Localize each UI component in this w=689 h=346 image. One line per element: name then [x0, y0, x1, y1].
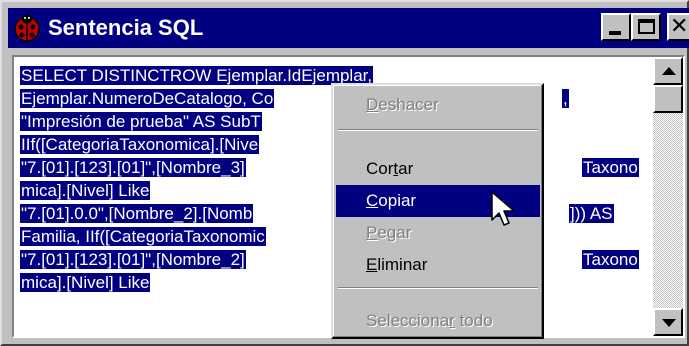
menu-separator: [338, 287, 538, 289]
selected-text: ,: [562, 89, 569, 108]
sql-text-line: mica].[Nivel] Like: [20, 271, 151, 294]
selected-text: "7.[01].[123].[01]",[Nombre_2]: [20, 250, 246, 269]
close-button[interactable]: ✕: [667, 13, 689, 41]
selected-text: mica].[Nivel] Like: [20, 181, 151, 200]
sql-text-line: mica].[Nivel] Like: [20, 179, 151, 202]
scroll-up-button[interactable]: [653, 57, 683, 85]
selected-text: mica].[Nivel] Like: [20, 273, 151, 292]
sql-text-line: "7.[01].[123].[01]",[Nombre_2]: [20, 248, 246, 271]
maximize-button[interactable]: [631, 13, 661, 41]
scrollbar-thumb[interactable]: [653, 85, 683, 113]
menu-separator: [338, 129, 538, 131]
vertical-scrollbar[interactable]: [653, 57, 683, 336]
sql-text-line-tail: Taxono: [582, 156, 639, 179]
selected-text: Ejemplar.NumeroDeCatalogo, Co: [20, 89, 275, 108]
sql-text-line: Familia, IIf([CategoriaTaxonomic: [20, 225, 266, 248]
menu-item-label: opiar: [378, 191, 417, 210]
sql-text-line: SELECT DISTINCTROW Ejemplar.IdEjemplar,: [20, 64, 374, 87]
sql-text-line: "7.[01].[123].[01]",[Nombre_3]: [20, 156, 246, 179]
selected-text: "Impresión de prueba" AS SubT: [20, 112, 262, 131]
minimize-icon: [609, 31, 621, 35]
sql-text-line-tail: Taxono: [582, 248, 639, 271]
selected-text: Familia, IIf([CategoriaTaxonomic: [20, 227, 266, 246]
sql-text-line: Ejemplar.NumeroDeCatalogo, Co: [20, 87, 275, 110]
menu-item-seleccionar-todo: Seleccionar todo: [336, 305, 540, 337]
selected-text: "7.[01].[123].[01]",[Nombre_3]: [20, 158, 246, 177]
selected-text: Taxono: [582, 158, 639, 177]
menu-item-label: eshacer: [378, 95, 439, 114]
scroll-down-button[interactable]: [653, 308, 683, 336]
menu-item-label: ar: [398, 159, 414, 178]
menu-item-accelerator: E: [366, 255, 378, 274]
menu-item-label: egar: [377, 223, 412, 242]
menu-item-label: todo: [454, 311, 493, 330]
menu-item-label: Selecciona: [366, 311, 450, 330]
selected-text: Taxono: [582, 250, 639, 269]
sql-text-line: "Impresión de prueba" AS SubT: [20, 110, 262, 133]
menu-item-accelerator: P: [366, 223, 378, 242]
arrow-up-icon: [662, 67, 676, 75]
arrow-cursor-icon: [491, 191, 515, 226]
selected-text: SELECT DISTINCTROW Ejemplar.IdEjemplar,: [20, 66, 374, 85]
menu-item-label: liminar: [377, 255, 428, 274]
minimize-button[interactable]: [601, 13, 631, 41]
maximize-icon: [638, 19, 655, 34]
close-icon: ✕: [670, 13, 689, 38]
sql-text-line: IIf([CategoriaTaxonomica].[Nive: [20, 133, 260, 156]
menu-item-label: Cor: [366, 159, 394, 178]
sql-text-line-tail: ,: [562, 87, 569, 110]
arrow-down-icon: [662, 319, 676, 327]
window-title: Sentencia SQL: [48, 15, 204, 40]
menu-item-eliminar[interactable]: Eliminar: [336, 249, 540, 281]
sql-text-line: "7.[01].0.0",[Nombre_2].[Nomb: [20, 202, 254, 225]
title-bar[interactable]: Sentencia SQL ✕: [8, 8, 689, 48]
ladybug-icon: [14, 14, 40, 42]
menu-item-deshacer: Deshacer: [336, 89, 540, 121]
menu-item-cortar[interactable]: Cortar: [336, 153, 540, 185]
selected-text: "7.[01].0.0",[Nombre_2].[Nomb: [20, 204, 254, 223]
selected-text: ])) AS: [569, 204, 614, 223]
sql-text-line-tail: ])) AS: [569, 202, 614, 225]
selected-text: IIf([CategoriaTaxonomica].[Nive: [20, 135, 260, 154]
menu-item-accelerator: D: [366, 95, 379, 114]
menu-item-accelerator: C: [366, 191, 379, 210]
